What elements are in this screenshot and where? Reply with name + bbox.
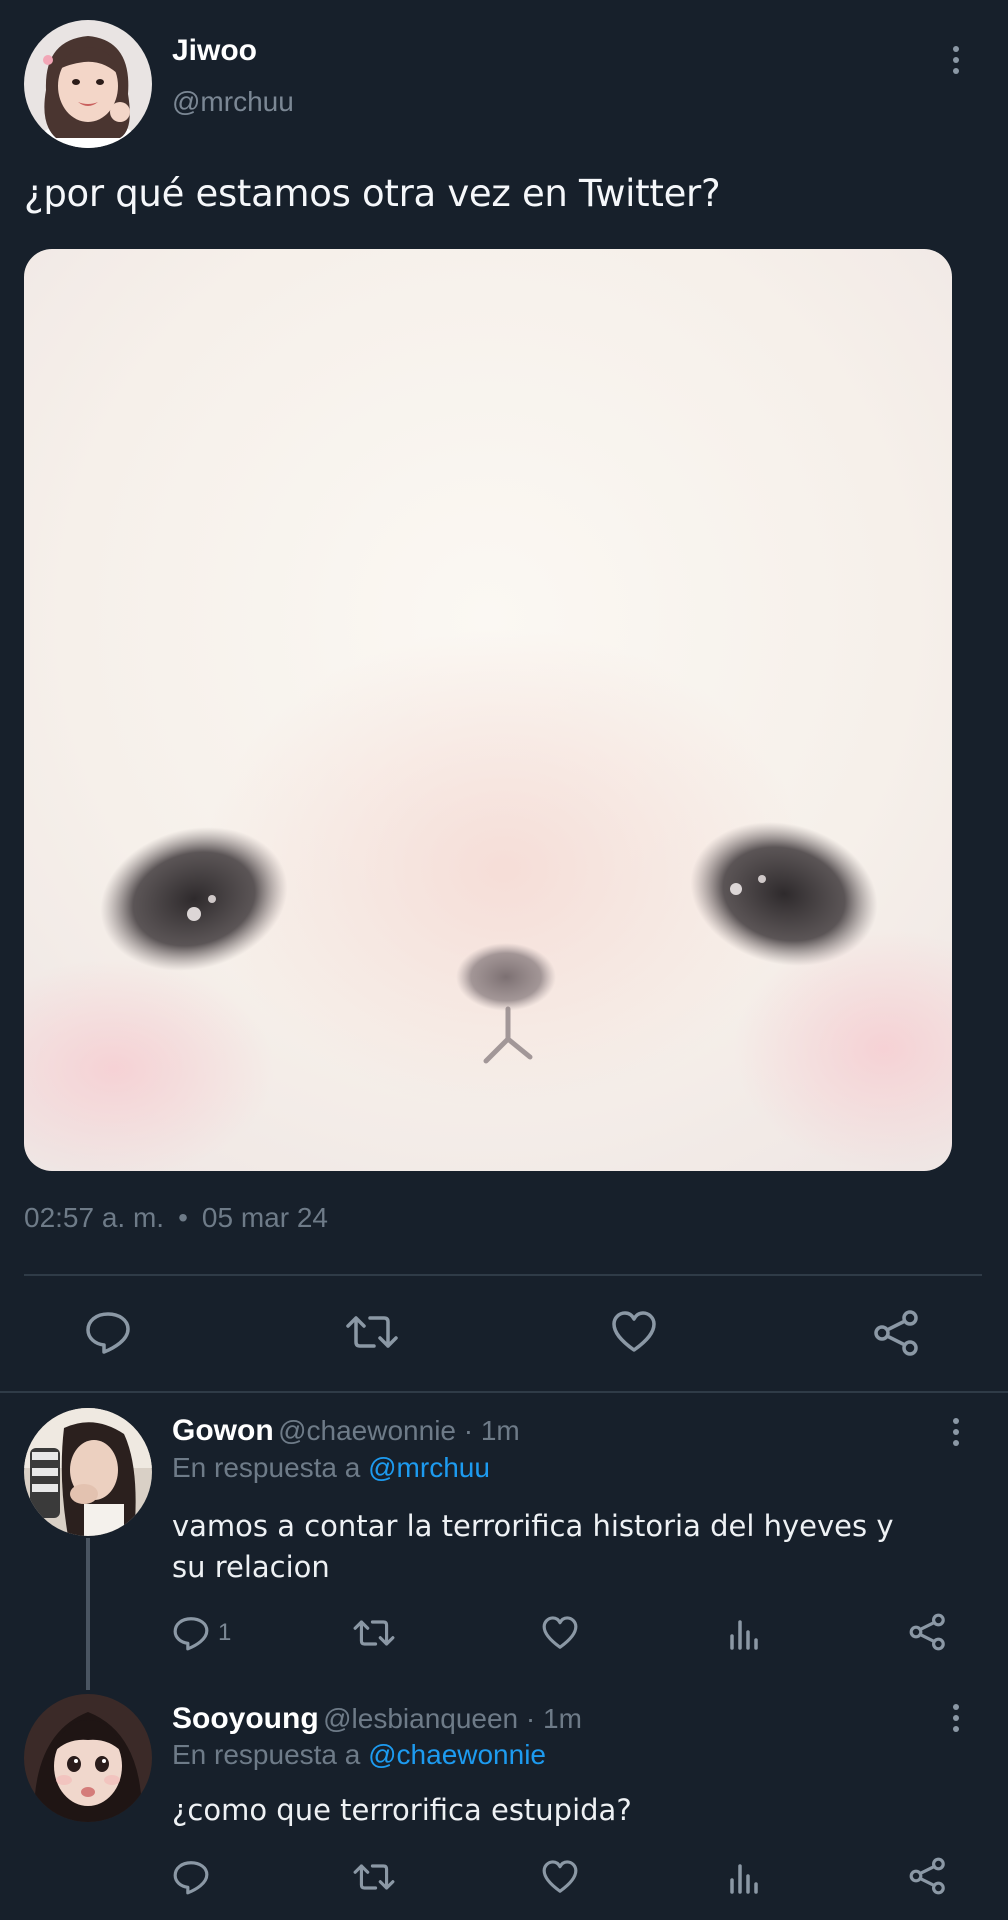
share-icon[interactable] [908, 1856, 948, 1896]
more-options-icon[interactable] [944, 40, 968, 80]
tweet-time: 02:57 a. m. [24, 1202, 165, 1233]
views-icon[interactable] [726, 1614, 764, 1652]
author-name[interactable]: Jiwoo [172, 34, 257, 68]
like-icon[interactable] [541, 1858, 579, 1896]
reply-header: Gowon @chaewonnie · 1m [172, 1414, 520, 1448]
like-icon[interactable] [541, 1614, 579, 1652]
reply-avatar[interactable] [24, 1408, 152, 1536]
reply-context: En respuesta a @chaewonnie [172, 1739, 546, 1771]
reply-author-handle[interactable]: @chaewonnie · 1m [278, 1415, 520, 1446]
tweet-text: ¿por qué estamos otra vez en Twitter? [24, 172, 721, 215]
reply-icon[interactable] [84, 1308, 132, 1356]
retweet-icon[interactable] [352, 1614, 396, 1652]
reply-author-name[interactable]: Sooyoung [172, 1702, 319, 1735]
tweet-timestamp: 02:57 a. m. • 05 mar 24 [24, 1202, 328, 1234]
mention-link[interactable]: @mrchuu [368, 1452, 490, 1483]
mention-link[interactable]: @chaewonnie [368, 1739, 546, 1770]
divider [24, 1274, 982, 1276]
tweet-date: 05 mar 24 [201, 1202, 328, 1233]
retweet-icon[interactable] [352, 1858, 396, 1896]
reply-author-handle[interactable]: @lesbianqueen · 1m [323, 1703, 582, 1734]
retweet-icon[interactable] [344, 1308, 400, 1356]
reply-count: 1 [218, 1619, 232, 1646]
reply-prefix: En respuesta a [172, 1452, 361, 1483]
tweet-image[interactable] [24, 249, 952, 1171]
author-avatar[interactable] [24, 20, 152, 148]
reply-icon[interactable] [172, 1614, 210, 1652]
views-icon[interactable] [726, 1858, 764, 1896]
thread-line [86, 1538, 90, 1690]
reply-text: vamos a contar la terrorifica historia d… [172, 1509, 894, 1584]
reply-author-name[interactable]: Gowon [172, 1414, 274, 1447]
timestamp-separator: • [178, 1202, 188, 1233]
share-icon[interactable] [872, 1308, 922, 1358]
share-icon[interactable] [908, 1612, 948, 1652]
reply-prefix: En respuesta a [172, 1739, 361, 1770]
reply-header: Sooyoung @lesbianqueen · 1m [172, 1702, 582, 1736]
author-handle[interactable]: @mrchuu [172, 86, 294, 118]
reply-avatar[interactable] [24, 1694, 152, 1822]
reply-context: En respuesta a @mrchuu [172, 1452, 490, 1484]
reply-text: ¿como que terrorifica estupida? [172, 1793, 632, 1827]
more-options-icon[interactable] [944, 1698, 968, 1738]
like-icon[interactable] [610, 1308, 658, 1356]
divider [0, 1391, 1008, 1393]
reply-icon[interactable] [172, 1858, 210, 1896]
more-options-icon[interactable] [944, 1412, 968, 1452]
